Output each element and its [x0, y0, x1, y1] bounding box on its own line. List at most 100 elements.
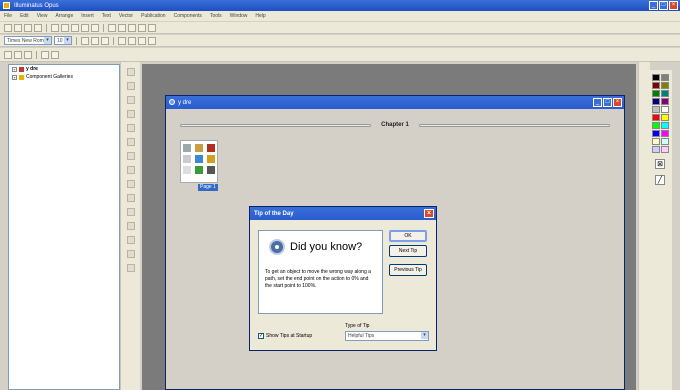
- tree-item-document[interactable]: + y dre: [9, 65, 119, 73]
- page-label[interactable]: Page 1: [198, 184, 218, 191]
- show-tips-option[interactable]: ✓ Show Tips at Startup: [258, 333, 312, 339]
- underline-icon[interactable]: [101, 36, 109, 45]
- eraser-tool-icon[interactable]: [126, 222, 135, 230]
- dialog-close-button[interactable]: ×: [424, 209, 434, 218]
- doc-minimize-button[interactable]: _: [593, 98, 602, 107]
- fill-tool-icon[interactable]: [126, 194, 135, 202]
- zoom-icon[interactable]: [108, 23, 116, 32]
- help-icon[interactable]: [148, 23, 156, 32]
- align-center-icon[interactable]: [128, 36, 136, 45]
- menu-file[interactable]: File: [4, 13, 12, 19]
- hand-tool-icon[interactable]: [126, 250, 135, 258]
- menu-edit[interactable]: Edit: [20, 13, 29, 19]
- color-swatch[interactable]: [661, 90, 669, 97]
- show-tips-checkbox[interactable]: ✓: [258, 333, 264, 339]
- color-swatch[interactable]: [661, 114, 669, 121]
- color-swatch[interactable]: [652, 138, 660, 145]
- color-swatch[interactable]: [652, 106, 660, 113]
- eyedropper-tool-icon[interactable]: [126, 208, 135, 216]
- menu-arrange[interactable]: Arrange: [55, 13, 73, 19]
- color-swatch[interactable]: [661, 146, 669, 153]
- cut-icon[interactable]: [51, 23, 59, 32]
- page-thumbnail[interactable]: [180, 140, 218, 183]
- save-icon[interactable]: [24, 23, 32, 32]
- fill-icon[interactable]: [14, 50, 22, 59]
- publish-icon[interactable]: [138, 23, 146, 32]
- text-tool-icon[interactable]: [126, 96, 135, 104]
- subselect-tool-icon[interactable]: [126, 82, 135, 90]
- copy-icon[interactable]: [61, 23, 69, 32]
- color-swatch[interactable]: [652, 146, 660, 153]
- doc-maximize-button[interactable]: □: [603, 98, 612, 107]
- color-swatch[interactable]: [661, 98, 669, 105]
- pencil-tool-icon[interactable]: [126, 166, 135, 174]
- preview-icon[interactable]: [128, 23, 136, 32]
- color-swatch[interactable]: [652, 74, 660, 81]
- expand-icon[interactable]: +: [12, 66, 17, 72]
- align-left-icon[interactable]: [118, 36, 126, 45]
- menu-text[interactable]: Text: [102, 13, 111, 19]
- previous-tip-button[interactable]: Previous Tip: [389, 264, 427, 276]
- color-swatch[interactable]: [652, 98, 660, 105]
- ok-button[interactable]: OK: [389, 230, 427, 242]
- justify-icon[interactable]: [148, 36, 156, 45]
- menu-view[interactable]: View: [37, 13, 48, 19]
- minimize-button[interactable]: _: [649, 1, 658, 10]
- bold-icon[interactable]: [81, 36, 89, 45]
- menu-window[interactable]: Window: [230, 13, 248, 19]
- color-swatch[interactable]: [661, 130, 669, 137]
- close-button[interactable]: ×: [669, 1, 678, 10]
- paste-icon[interactable]: [71, 23, 79, 32]
- text-lines-icon: [183, 166, 191, 174]
- rectangle-tool-icon[interactable]: [126, 124, 135, 132]
- align-right-icon[interactable]: [138, 36, 146, 45]
- color-swatch[interactable]: [652, 90, 660, 97]
- dialog-titlebar[interactable]: Tip of the Day ×: [250, 207, 436, 220]
- font-name-select[interactable]: Times New Roman ▾: [4, 36, 52, 45]
- redo-icon[interactable]: [91, 23, 99, 32]
- pen-tool-icon[interactable]: [126, 152, 135, 160]
- tree-item-component-galleries[interactable]: + Component Galleries: [9, 73, 119, 81]
- brush-tool-icon[interactable]: [126, 180, 135, 188]
- undo-icon[interactable]: [81, 23, 89, 32]
- open-icon[interactable]: [14, 23, 22, 32]
- menu-publication[interactable]: Publication: [141, 13, 165, 19]
- color-swatch[interactable]: [652, 82, 660, 89]
- font-size-select[interactable]: 10 ▾: [54, 36, 72, 45]
- eyedropper-icon[interactable]: ╱: [655, 175, 665, 185]
- tip-type-select[interactable]: Helpful Tips ▾: [345, 331, 429, 341]
- maximize-button[interactable]: □: [659, 1, 668, 10]
- color-swatch[interactable]: [661, 74, 669, 81]
- color-swatch[interactable]: [661, 82, 669, 89]
- new-icon[interactable]: [4, 23, 12, 32]
- grid-icon[interactable]: [118, 23, 126, 32]
- color-swatch[interactable]: [652, 114, 660, 121]
- menu-vector[interactable]: Vector: [119, 13, 133, 19]
- stroke-icon[interactable]: [24, 50, 32, 59]
- chapter-divider[interactable]: Chapter 1: [180, 120, 610, 130]
- zoom-tool-icon[interactable]: [126, 264, 135, 272]
- no-color-icon[interactable]: ⊠: [655, 159, 665, 169]
- menu-insert[interactable]: Insert: [81, 13, 94, 19]
- line-tool-icon[interactable]: [126, 110, 135, 118]
- color-swatch[interactable]: [652, 122, 660, 129]
- color-swatch[interactable]: [652, 130, 660, 137]
- menu-help[interactable]: Help: [255, 13, 265, 19]
- crop-tool-icon[interactable]: [126, 236, 135, 244]
- doc-close-button[interactable]: ×: [613, 98, 622, 107]
- ellipse-tool-icon[interactable]: [126, 138, 135, 146]
- menu-components[interactable]: Components: [174, 13, 202, 19]
- print-icon[interactable]: [34, 23, 42, 32]
- next-tip-button[interactable]: Next Tip: [389, 245, 427, 257]
- color-swatch[interactable]: [661, 122, 669, 129]
- document-titlebar[interactable]: y dre _ □ ×: [166, 96, 624, 109]
- pointer-tool-icon[interactable]: [126, 68, 135, 76]
- menu-tools[interactable]: Tools: [210, 13, 222, 19]
- italic-icon[interactable]: [91, 36, 99, 45]
- color-swatch[interactable]: [661, 138, 669, 145]
- color-swatch[interactable]: [661, 106, 669, 113]
- shadow-icon[interactable]: [51, 50, 59, 59]
- gradient-icon[interactable]: [41, 50, 49, 59]
- line-style-icon[interactable]: [4, 50, 12, 59]
- expand-icon[interactable]: +: [12, 74, 17, 80]
